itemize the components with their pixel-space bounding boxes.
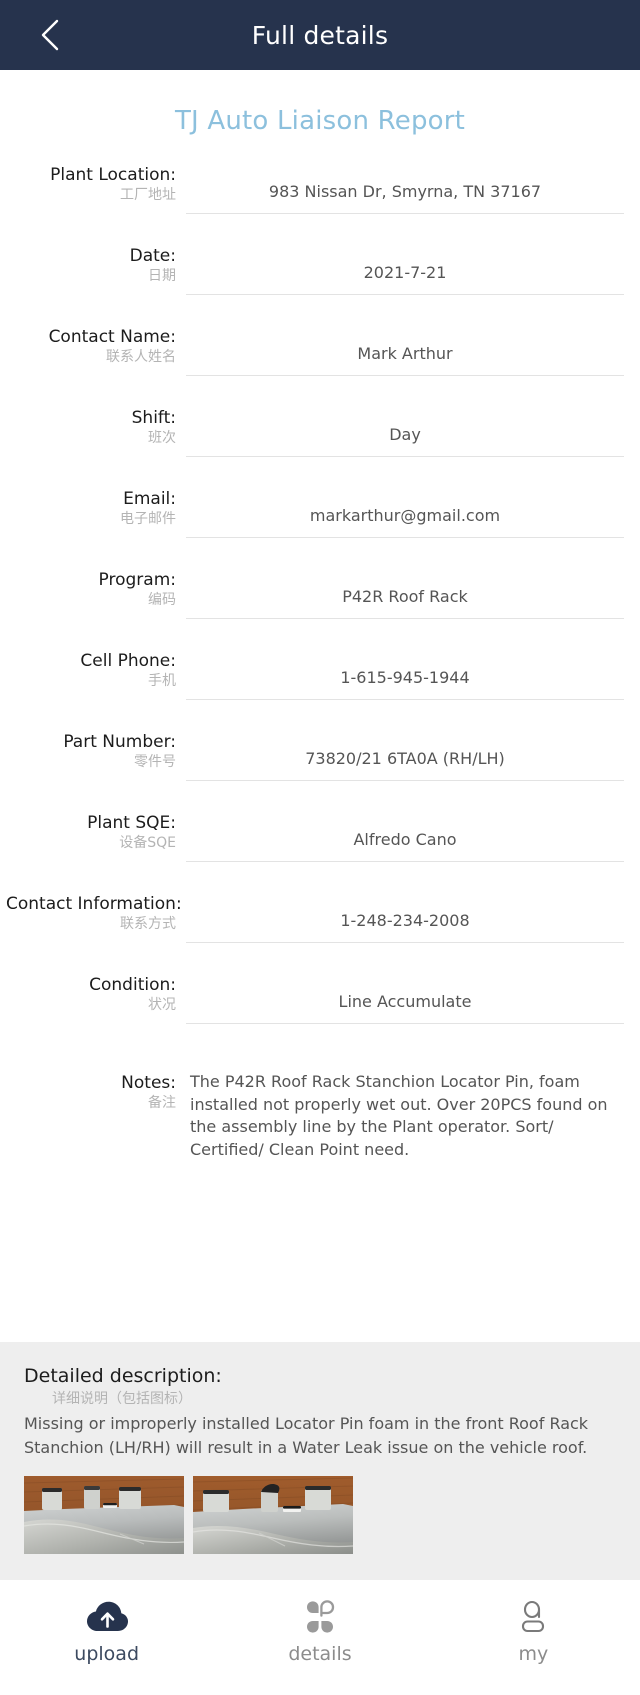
field-value: 1-615-945-1944 [340, 668, 470, 687]
detailed-description-heading-cn: 详细说明（包括图标） [52, 1391, 192, 1407]
field-value: 2021-7-21 [363, 263, 447, 282]
field-value: P42R Roof Rack [342, 587, 468, 606]
field-value-field[interactable]: 1-248-234-2008 [186, 903, 624, 943]
field-value: Mark Arthur [357, 344, 453, 363]
field-label-en: Date: [129, 246, 176, 266]
field-value-field[interactable]: Mark Arthur [186, 336, 624, 376]
field-value-field[interactable]: Alfredo Cano [186, 822, 624, 862]
bottom-tab-bar: upload details my [0, 1580, 640, 1695]
notes-row: Notes: 备注 The P42R Roof Rack Stanchion L… [0, 1055, 640, 1161]
field-label-cn: 编码 [148, 592, 176, 608]
field-label: Cell Phone: 手机 [6, 650, 186, 691]
field-label: Program: 编码 [6, 569, 186, 610]
chevron-left-icon [37, 18, 63, 52]
field-label: Date: 日期 [6, 245, 186, 286]
notes-text: The P42R Roof Rack Stanchion Locator Pin… [190, 1072, 608, 1159]
back-button[interactable] [28, 13, 72, 57]
detailed-description-section: Detailed description: 详细说明（包括图标） Missing… [0, 1342, 640, 1580]
roof-rack-stanchion-photo-1[interactable] [24, 1476, 184, 1554]
field-value-field[interactable]: 983 Nissan Dr, Smyrna, TN 37167 [186, 174, 624, 214]
field-row: Plant SQE: 设备SQE Alfredo Cano [0, 812, 640, 893]
field-value: markarthur@gmail.com [309, 506, 501, 525]
field-label-cn: 班次 [148, 430, 176, 446]
field-value-field[interactable]: 73820/21 6TA0A (RH/LH) [186, 741, 624, 781]
field-label-cn: 日期 [148, 268, 176, 284]
field-row: Contact Information: 联系方式 1-248-234-2008 [0, 893, 640, 974]
field-label-cn: 手机 [148, 673, 176, 689]
field-label-en: Program: [98, 570, 176, 590]
photo-gallery [24, 1460, 616, 1554]
field-row: Program: 编码 P42R Roof Rack [0, 569, 640, 650]
page-title: Full details [251, 20, 389, 50]
field-row: Date: 日期 2021-7-21 [0, 245, 640, 326]
field-label-cn: 设备SQE [119, 835, 176, 851]
field-label: Email: 电子邮件 [6, 488, 186, 529]
roof-rack-stanchion-photo-2[interactable] [193, 1476, 353, 1554]
detailed-description-heading-en: Detailed description: [24, 1365, 222, 1387]
field-label: Part Number: 零件号 [6, 731, 186, 772]
field-row: Cell Phone: 手机 1-615-945-1944 [0, 650, 640, 731]
field-value: 1-248-234-2008 [340, 911, 470, 930]
tab-upload-label: upload [74, 1643, 140, 1665]
field-label: Shift: 班次 [6, 407, 186, 448]
field-label-en: Plant SQE: [87, 813, 176, 833]
notes-label-en: Notes: [121, 1073, 176, 1093]
field-label-en: Plant Location: [50, 165, 176, 185]
field-label: Plant SQE: 设备SQE [6, 812, 186, 853]
content-area: TJ Auto Liaison Report Plant Location: 工厂… [0, 70, 640, 1314]
tab-upload[interactable]: upload [0, 1597, 213, 1666]
field-label-cn: 零件号 [134, 754, 176, 770]
app-screen: Full details TJ Auto Liaison Report Plan… [0, 0, 640, 1695]
field-label-cn: 电子邮件 [120, 511, 176, 527]
field-row: Part Number: 零件号 73820/21 6TA0A (RH/LH) [0, 731, 640, 812]
field-label-en: Email: [123, 489, 176, 509]
field-label-en: Contact Information: [6, 894, 182, 914]
tab-details[interactable]: details [213, 1597, 426, 1666]
detailed-description-text: Missing or improperly installed Locator … [24, 1414, 589, 1457]
field-label-cn: 联系方式 [120, 916, 176, 932]
field-label-cn: 状况 [148, 997, 176, 1013]
tab-details-label: details [288, 1643, 352, 1665]
field-value: Line Accumulate [338, 992, 472, 1011]
field-row: Plant Location: 工厂地址 983 Nissan Dr, Smyrna… [0, 164, 640, 245]
field-label: Plant Location: 工厂地址 [6, 164, 186, 205]
field-label: Contact Information: 联系方式 [6, 893, 186, 934]
field-row: Contact Name: 联系人姓名 Mark Arthur [0, 326, 640, 407]
field-value: 983 Nissan Dr, Smyrna, TN 37167 [268, 182, 542, 201]
clover-grid-icon [303, 1597, 337, 1637]
field-value-field[interactable]: P42R Roof Rack [186, 579, 624, 619]
notes-label-cn: 备注 [148, 1095, 176, 1111]
field-label-cn: 联系人姓名 [106, 349, 176, 365]
field-value-field[interactable]: markarthur@gmail.com [186, 498, 624, 538]
field-label-en: Cell Phone: [80, 651, 176, 671]
field-row: Shift: 班次 Day [0, 407, 640, 488]
field-label-en: Part Number: [63, 732, 176, 752]
notes-label: Notes: 备注 [6, 1071, 186, 1113]
field-value: Alfredo Cano [353, 830, 457, 849]
report-fields-list: Plant Location: 工厂地址 983 Nissan Dr, Smyrna… [0, 146, 640, 1055]
field-row: Email: 电子邮件 markarthur@gmail.com [0, 488, 640, 569]
report-title: TJ Auto Liaison Report [174, 106, 466, 136]
field-label: Contact Name: 联系人姓名 [6, 326, 186, 367]
tab-my-label: my [518, 1643, 549, 1665]
app-header: Full details [0, 0, 640, 70]
field-value-field[interactable]: 1-615-945-1944 [186, 660, 624, 700]
field-label: Condition: 状况 [6, 974, 186, 1015]
field-label-en: Shift: [131, 408, 176, 428]
field-value: 73820/21 6TA0A (RH/LH) [305, 749, 505, 768]
tab-my[interactable]: my [427, 1597, 640, 1666]
person-outline-icon [517, 1597, 549, 1637]
field-row: Condition: 状况 Line Accumulate [0, 974, 640, 1055]
field-value: Day [389, 425, 421, 444]
field-value-field[interactable]: Line Accumulate [186, 984, 624, 1024]
field-label-cn: 工厂地址 [120, 187, 176, 203]
field-label-en: Condition: [89, 975, 176, 995]
field-label-en: Contact Name: [48, 327, 176, 347]
field-value-field[interactable]: Day [186, 417, 624, 457]
cloud-upload-icon [85, 1597, 129, 1637]
field-value-field[interactable]: 2021-7-21 [186, 255, 624, 295]
